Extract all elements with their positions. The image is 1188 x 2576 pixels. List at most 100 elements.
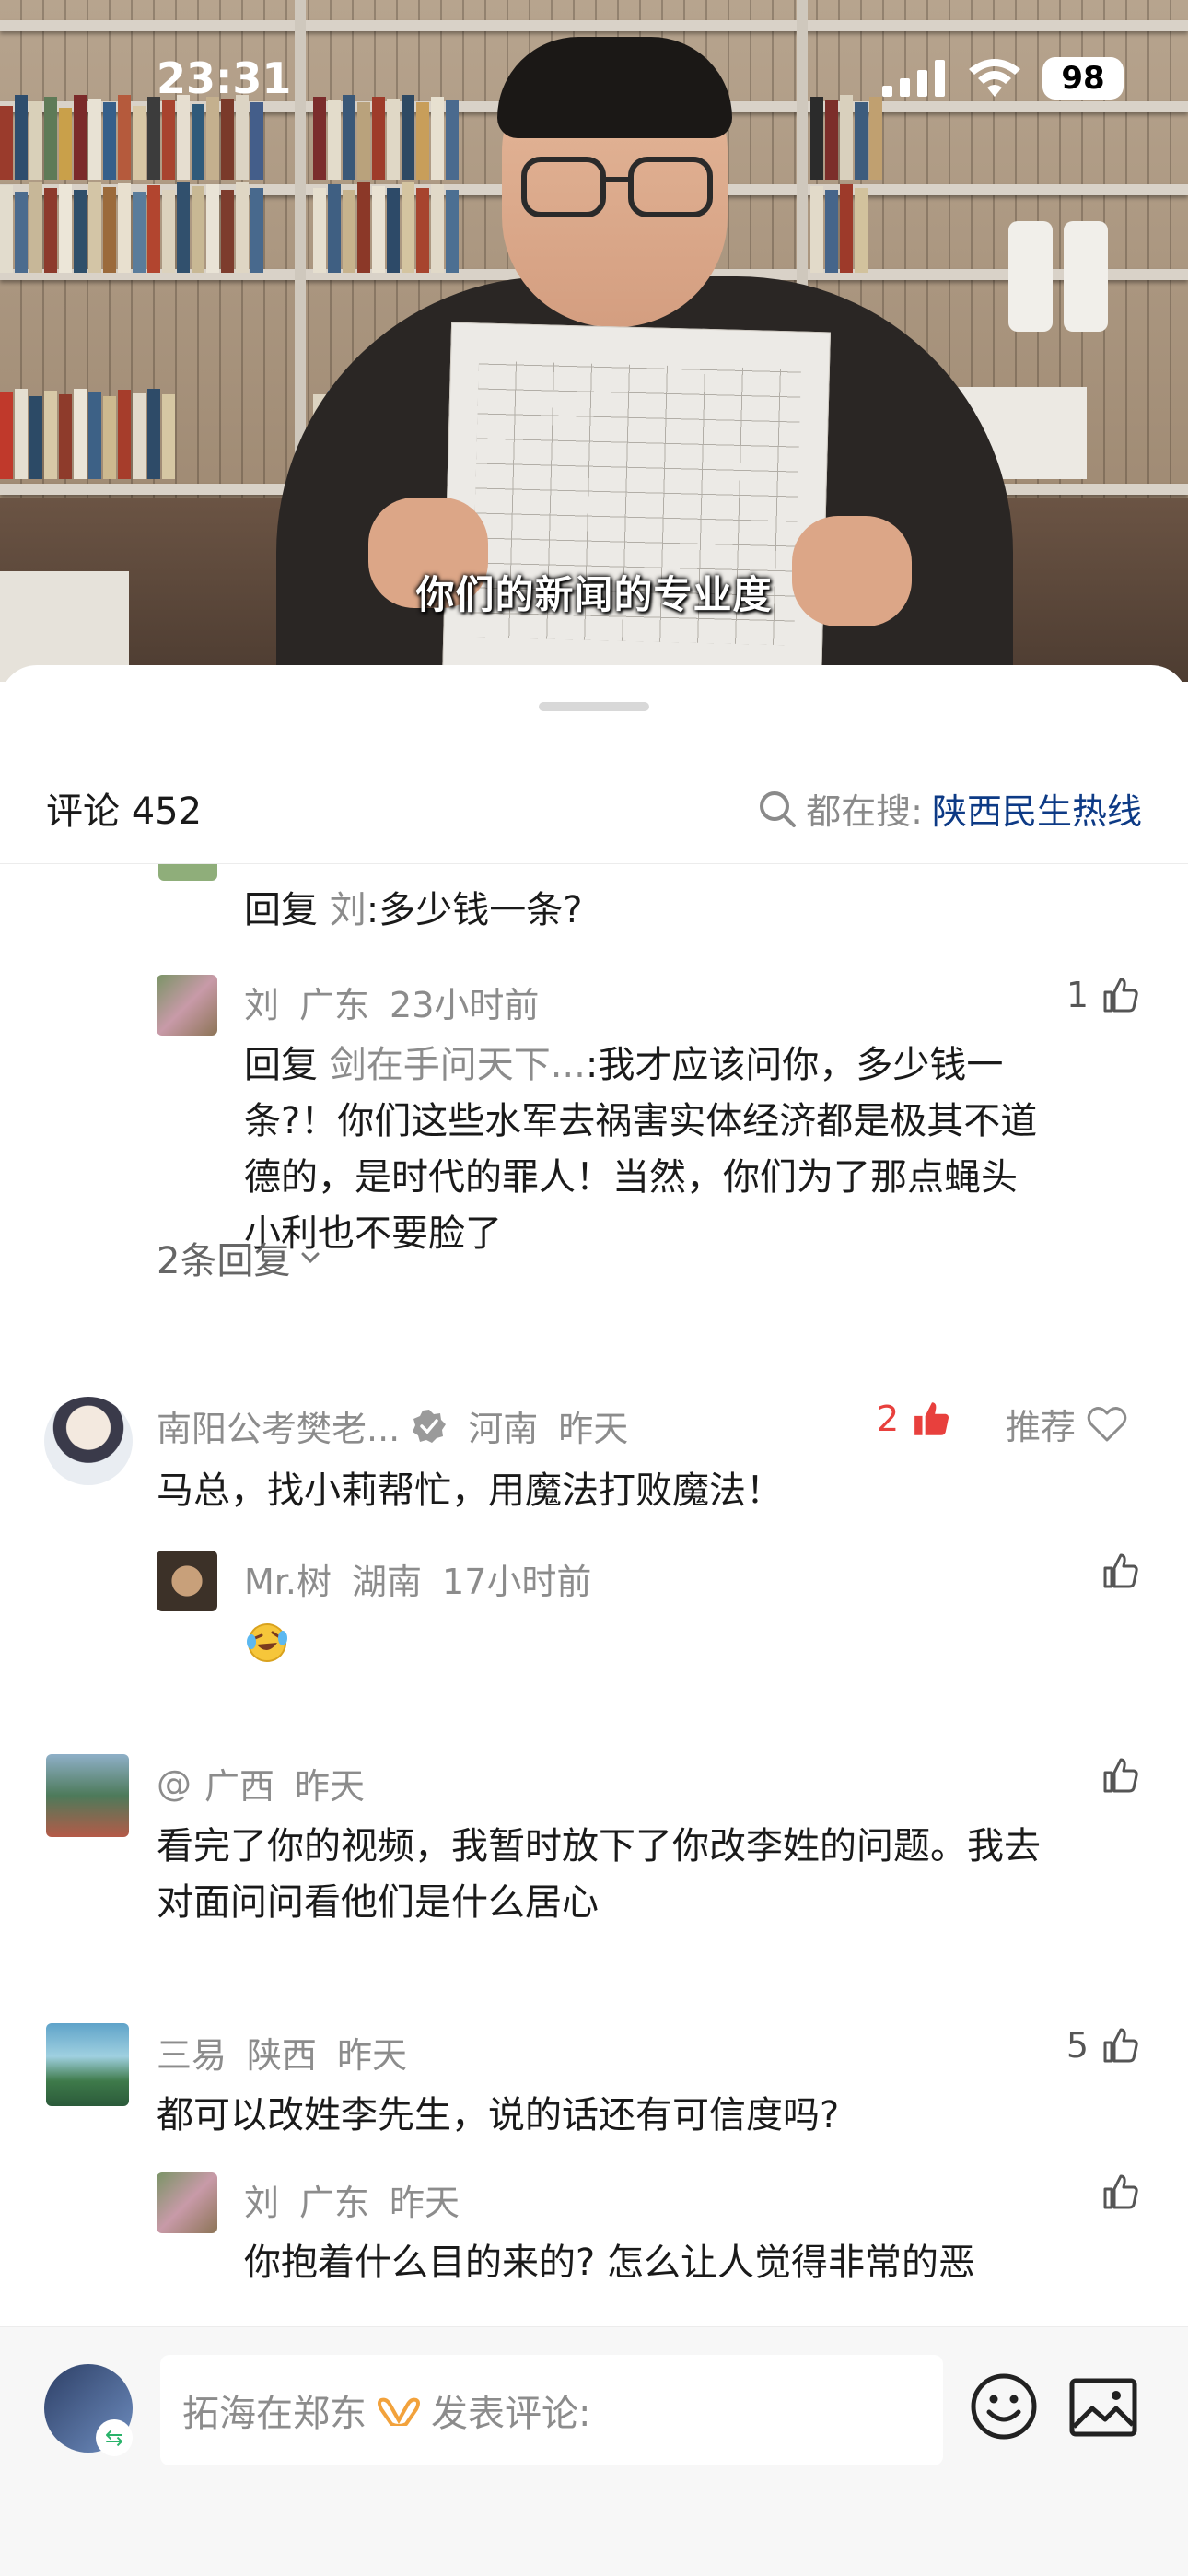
author-region: 河南: [468, 1409, 539, 1449]
white-jar: [1064, 221, 1108, 332]
author-name[interactable]: @: [157, 1763, 192, 1804]
laughing-tears-emoji-icon: [247, 1623, 287, 1662]
comment-line: 看完了你的视频，我暂时放下了你改李姓的问题。我去: [157, 1825, 1041, 1868]
reply-content: :多少钱一条?: [366, 889, 583, 931]
thumbs-up-icon: [1103, 2174, 1138, 2209]
reply-text: 回复 刘:多少钱一条?: [244, 883, 582, 939]
author-name[interactable]: Mr.树: [244, 1553, 332, 1604]
chevron-down-icon: [301, 1252, 320, 1264]
avatar[interactable]: [157, 1551, 217, 1611]
avatar[interactable]: [157, 2172, 217, 2233]
search-icon: [760, 790, 797, 827]
comment-text: 看完了你的视频，我暂时放下了你改李姓的问题。我去 对面问问看他们是什么居心: [157, 1819, 1160, 1931]
comment-meta: 三易 陕西 昨天: [157, 2027, 407, 2078]
author-region: 广东: [299, 985, 370, 1025]
reply-text: 你抱着什么目的来的? 怎么让人觉得非常的恶: [244, 2242, 975, 2284]
like-button[interactable]: [1101, 2172, 1140, 2211]
shelf-plank: [0, 20, 1188, 31]
wifi-icon: [969, 59, 1020, 97]
author-region: 广西: [204, 1766, 275, 1807]
like-button[interactable]: 5: [1066, 2025, 1140, 2066]
emoji-icon[interactable]: [969, 2371, 1039, 2441]
avatar[interactable]: [158, 864, 217, 881]
search-keyword[interactable]: 陕西民生热线: [932, 783, 1142, 834]
reply-text: 回复 剑在手问天下...:我才应该问你，多少钱一 条?！你们这些水军去祸害实体经…: [244, 1037, 1147, 1262]
weibo-badge-icon: [378, 2397, 420, 2426]
expand-replies-button[interactable]: 2条回复: [157, 1231, 323, 1284]
reply-line: 小利也不要脸了: [244, 1212, 502, 1255]
author-name[interactable]: 三易: [157, 2027, 227, 2078]
like-count: 5: [1066, 2025, 1089, 2066]
video-subtitle: 你们的新闻的专业度: [415, 572, 773, 617]
books-row: [810, 171, 921, 273]
heart-icon: [1087, 1406, 1127, 1441]
books-row: [810, 88, 976, 180]
comment-input[interactable]: 拓海在郑东 发表评论:: [160, 2355, 943, 2465]
comment-meta: Mr.树 湖南 17小时前: [244, 1553, 591, 1604]
thumbs-up-icon: [1103, 1758, 1138, 1793]
like-button[interactable]: 2: [877, 1399, 952, 1439]
reply-target[interactable]: 剑在手问天下...: [330, 1044, 586, 1086]
comment-input-bar: ⇆ 拓海在郑东 发表评论:: [0, 2326, 1188, 2576]
avatar[interactable]: [157, 975, 217, 1036]
avatar[interactable]: [44, 1397, 133, 1485]
author-name[interactable]: 刘: [244, 977, 279, 1027]
author-name[interactable]: 刘: [244, 2174, 279, 2225]
thumbs-up-filled-icon: [914, 1402, 949, 1435]
author-region: 广东: [299, 2183, 370, 2223]
like-button[interactable]: [1101, 1756, 1140, 1795]
reply-prefix: 回复: [244, 1044, 318, 1086]
battery-indicator: 98: [1042, 57, 1124, 100]
signal-icon: [882, 60, 945, 97]
glasses-icon: [521, 157, 713, 217]
username: 拓海在郑东: [182, 2393, 367, 2435]
author-name[interactable]: 南阳公考樊老...: [157, 1400, 400, 1451]
comment-time: 17小时前: [442, 1562, 592, 1602]
document-sheet: [442, 322, 831, 682]
comment-list[interactable]: 回复 刘:多少钱一条? 刘 广东 23小时前 1 回复 剑在手问天下...:我才…: [0, 864, 1188, 2320]
switch-account-icon[interactable]: ⇆: [96, 2419, 133, 2456]
reply-line: 条?！你们这些水军去祸害实体经济都是极其不道: [244, 1100, 1038, 1142]
recommend-label: 推荐: [1006, 1407, 1077, 1447]
comment-meta: 刘 广东 23小时前: [244, 977, 539, 1027]
like-count: 2: [877, 1399, 900, 1439]
person-hair: [497, 37, 732, 138]
comment-time: 昨天: [337, 2035, 408, 2076]
verified-badge-icon: [413, 1409, 447, 1443]
books-row: [313, 88, 497, 180]
reply-line: 德的，是时代的罪人！当然，你们为了那点蝇头: [244, 1156, 1018, 1199]
like-count: 1: [1066, 975, 1089, 1015]
image-icon[interactable]: [1068, 2375, 1138, 2440]
search-prefix: 都在搜:: [806, 791, 923, 832]
comment-time: 昨天: [390, 2183, 460, 2223]
status-icons: 98: [882, 57, 1124, 100]
thumbs-up-icon: [1103, 2028, 1138, 2063]
like-button[interactable]: [1101, 1551, 1140, 1590]
reply-prefix: 回复: [244, 889, 318, 931]
comment-meta: 南阳公考樊老... 河南 昨天: [157, 1400, 628, 1451]
author-region: 陕西: [247, 2035, 318, 2076]
recommend-button[interactable]: 推荐: [1006, 1399, 1127, 1449]
comment-sheet: 评论 452 都在搜: 陕西民生热线 回复 刘:多少钱一条? 刘 广东 23小时…: [0, 665, 1188, 2576]
video-player[interactable]: 你们的新闻的专业度 23:31 98: [0, 0, 1188, 682]
reply-target[interactable]: 刘: [330, 889, 367, 931]
comment-line: 对面问问看他们是什么居心: [157, 1881, 599, 1924]
status-time: 23:31: [157, 53, 292, 103]
comment-text: 马总，找小莉帮忙，用魔法打败魔法！: [157, 1469, 783, 1512]
sheet-grabber[interactable]: [539, 702, 649, 711]
comment-time: 昨天: [295, 1766, 366, 1807]
avatar[interactable]: [46, 1754, 129, 1837]
author-region: 湖南: [352, 1562, 423, 1602]
input-placeholder: 发表评论:: [431, 2393, 591, 2435]
thumbs-up-icon: [1103, 1553, 1138, 1588]
sheet-header: 评论 452 都在搜: 陕西民生热线: [0, 774, 1188, 840]
trending-search-link[interactable]: 都在搜: 陕西民生热线: [758, 783, 1142, 834]
comment-time: 昨天: [558, 1409, 629, 1449]
comment-count: 评论 452: [46, 790, 203, 833]
avatar[interactable]: [46, 2023, 129, 2106]
books-row: [0, 258, 295, 479]
comment-time: 23小时前: [390, 985, 540, 1025]
expand-replies-label: 2条回复: [157, 1240, 291, 1282]
like-button[interactable]: 1: [1066, 975, 1140, 1015]
comment-meta: 刘 广东 昨天: [244, 2174, 460, 2225]
